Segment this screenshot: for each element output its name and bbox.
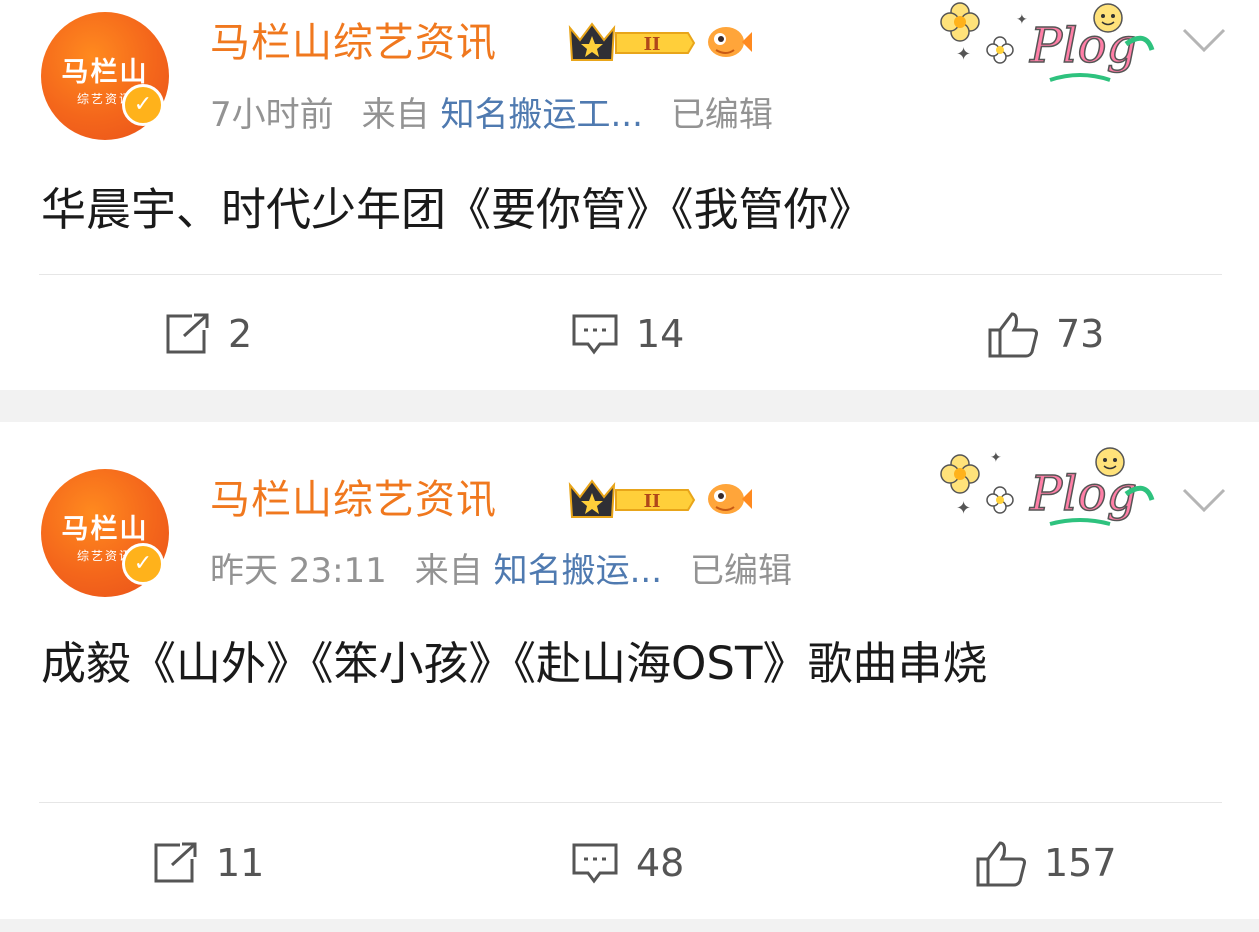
repost-count: 2	[228, 312, 253, 356]
verified-icon: ✓	[122, 543, 164, 585]
source-link[interactable]: 知名搬运...	[494, 551, 662, 591]
comment-button[interactable]: 14	[570, 304, 684, 364]
post-meta: 7小时前 来自 知名搬运工... 已编辑	[210, 92, 773, 138]
plog-sticker-icon: ✦ ✦ Plog	[940, 447, 1155, 526]
source-link[interactable]: 知名搬运工...	[440, 95, 642, 135]
from-label: 来自	[414, 551, 483, 591]
fish-badge-icon[interactable]	[704, 477, 752, 521]
like-count: 73	[1056, 312, 1105, 356]
edited-label: 已编辑	[690, 551, 793, 591]
from-label: 来自	[361, 95, 430, 135]
comment-count: 48	[636, 841, 685, 885]
avatar-text: 马栏山	[61, 57, 149, 88]
svg-text:✦: ✦	[990, 450, 1002, 466]
like-icon	[976, 841, 1026, 887]
like-count: 157	[1044, 841, 1117, 885]
comment-icon	[572, 314, 618, 355]
chevron-down-icon[interactable]	[1180, 22, 1228, 58]
repost-count: 11	[216, 841, 265, 885]
svg-text:✦: ✦	[956, 44, 971, 65]
post-card[interactable]: 马栏山 综艺资讯 ✓ 马栏山综艺资讯 II 7小时前 来自 知名搬运工... 已编辑	[0, 0, 1259, 390]
author-name[interactable]: 马栏山综艺资讯	[210, 475, 497, 525]
repost-button[interactable]: 2	[162, 304, 252, 364]
post-content: 华晨宇、时代少年团《要你管》《我管你》	[41, 183, 874, 236]
post-content: 成毅《山外》《笨小孩》《赴山海OST》歌曲串烧	[41, 637, 988, 690]
post-meta: 昨天 23:11 来自 知名搬运... 已编辑	[210, 548, 792, 594]
repost-icon	[154, 842, 197, 883]
edited-label: 已编辑	[670, 95, 773, 135]
divider	[39, 274, 1222, 275]
vip-crown-icon[interactable]: II	[566, 477, 696, 523]
repost-button[interactable]: 11	[150, 833, 264, 893]
avatar-text: 马栏山	[61, 514, 149, 545]
author-name[interactable]: 马栏山综艺资讯	[210, 18, 497, 68]
sticker-text: Plog	[1029, 18, 1137, 74]
vip-crown-icon[interactable]: II	[566, 20, 696, 66]
verified-icon: ✓	[122, 84, 164, 126]
like-icon	[988, 312, 1038, 358]
like-button[interactable]: 73	[986, 304, 1104, 364]
comment-icon	[572, 843, 618, 884]
post-card[interactable]: 马栏山 综艺资讯 ✓ 马栏山综艺资讯 II 昨天 23:11 来自 知名搬运...…	[0, 422, 1259, 919]
comment-count: 14	[636, 312, 685, 356]
repost-icon	[166, 313, 209, 354]
fish-badge-icon[interactable]	[704, 20, 752, 64]
level-badge-text: II	[644, 491, 661, 512]
post-time: 7小时前	[210, 95, 334, 135]
comment-button[interactable]: 48	[570, 833, 684, 893]
svg-text:✦: ✦	[956, 498, 971, 519]
level-badge-text: II	[644, 34, 661, 55]
chevron-down-icon[interactable]	[1180, 482, 1228, 518]
divider	[39, 802, 1222, 803]
like-button[interactable]: 157	[974, 833, 1117, 893]
plog-sticker-icon: ✦ ✦ Plog	[940, 2, 1155, 82]
svg-text:✦: ✦	[1016, 12, 1028, 28]
sticker-text: Plog	[1029, 466, 1137, 522]
post-time: 昨天 23:11	[210, 551, 387, 591]
